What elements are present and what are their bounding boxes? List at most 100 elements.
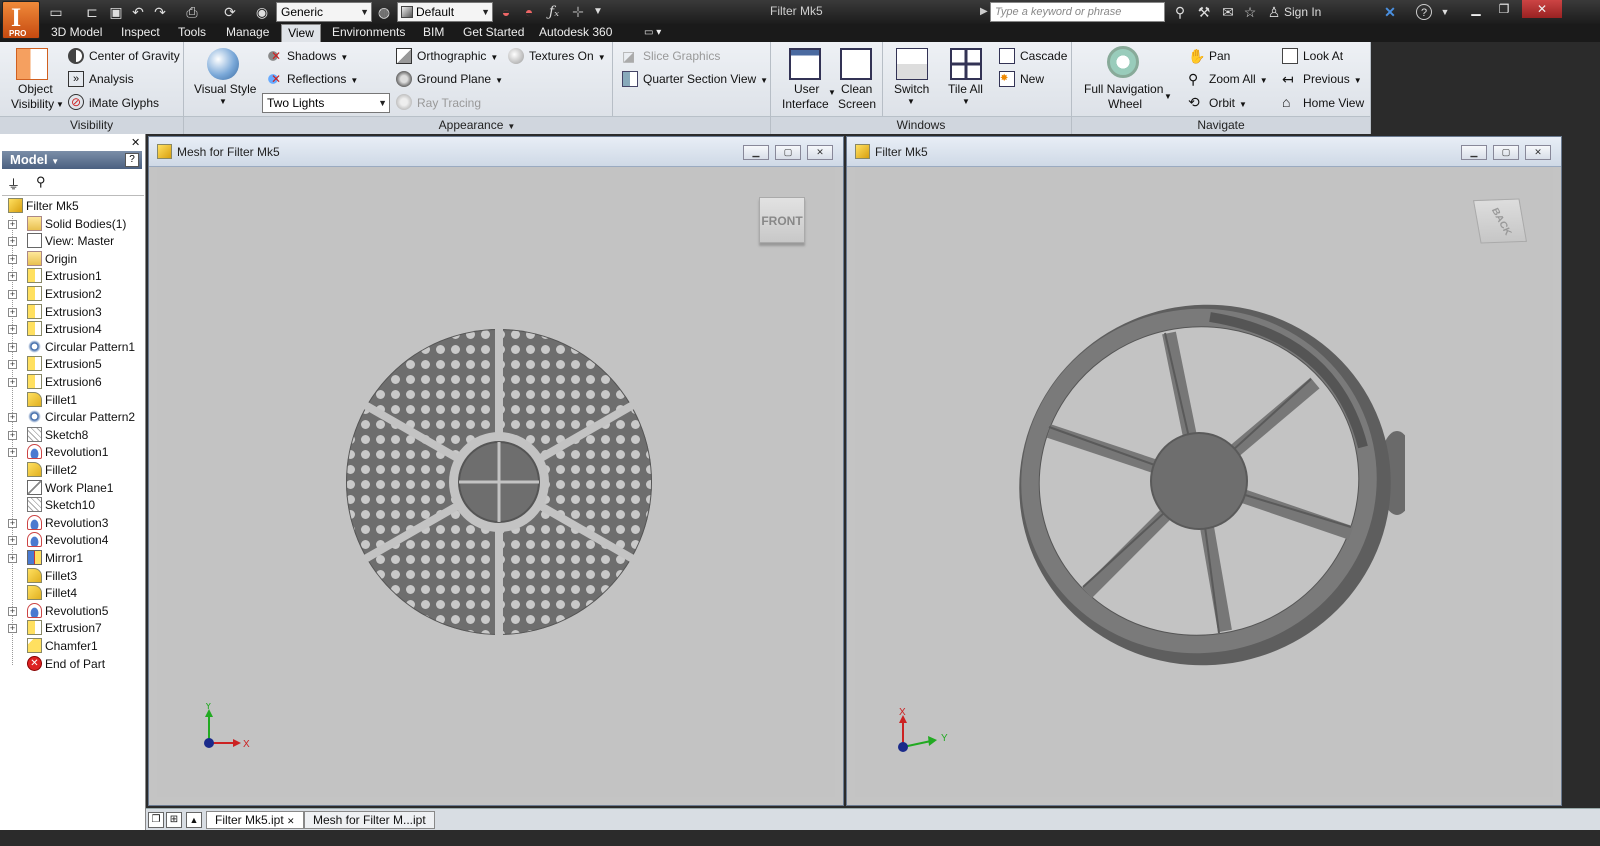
tab-autodesk-360[interactable]: Autodesk 360 xyxy=(535,24,616,42)
shadows-button[interactable]: Shadows ▼ xyxy=(287,49,348,63)
full-navigation-wheel-label-2[interactable]: Wheel xyxy=(1108,97,1142,111)
tile-tabs-icon[interactable]: ⊞ xyxy=(166,812,182,828)
material-icon[interactable]: ◉ xyxy=(254,4,270,20)
home-view-button[interactable]: Home View xyxy=(1303,96,1364,110)
graphics-canvas[interactable]: BACK X Y xyxy=(855,167,1553,797)
expand-icon[interactable]: + xyxy=(8,342,17,352)
close-browser-icon[interactable]: ✕ xyxy=(131,136,140,149)
viewcube-front[interactable]: FRONT xyxy=(759,197,805,243)
tab-view[interactable]: View xyxy=(281,24,321,42)
appearance-combo[interactable]: Generic ▼ xyxy=(276,2,372,22)
imate-glyphs-button[interactable]: iMate Glyphs xyxy=(89,96,159,110)
tab-tools[interactable]: Tools xyxy=(174,24,210,42)
close-window-button[interactable]: ✕ xyxy=(1522,0,1562,18)
tile-all-dropdown-icon[interactable]: ▼ xyxy=(962,97,970,106)
restore-window-button[interactable]: ❐ xyxy=(1490,0,1518,18)
clear-appearance-icon[interactable]: ◓ xyxy=(521,4,537,20)
analysis-button[interactable]: Analysis xyxy=(89,72,134,86)
expand-icon[interactable]: + xyxy=(8,554,17,563)
customize-qat-icon[interactable]: ▼ xyxy=(590,4,606,20)
communication-icon[interactable]: ✉ xyxy=(1220,4,1236,20)
tab-menu-icon[interactable]: ▲ xyxy=(186,812,202,828)
tab-get-started[interactable]: Get Started xyxy=(459,24,528,42)
clean-screen-label-2[interactable]: Screen xyxy=(838,97,876,111)
expand-icon[interactable]: + xyxy=(8,360,17,370)
cascade-tabs-icon[interactable]: ❐ xyxy=(148,812,164,828)
expand-icon[interactable]: + xyxy=(8,624,17,634)
help-dropdown-icon[interactable]: ▼ xyxy=(1437,4,1453,20)
tab-manage[interactable]: Manage xyxy=(222,24,273,42)
close-tab-icon[interactable]: ✕ xyxy=(287,816,295,826)
object-visibility-dropdown-icon[interactable]: ▼ xyxy=(56,100,64,109)
viewport-close-button[interactable]: ✕ xyxy=(807,145,833,160)
expand-icon[interactable]: + xyxy=(8,272,17,282)
expand-icon[interactable]: + xyxy=(8,307,17,317)
help-icon[interactable]: ? xyxy=(1416,4,1432,20)
expand-icon[interactable]: + xyxy=(8,413,17,423)
previous-view-button[interactable]: Previous ▼ xyxy=(1303,72,1362,86)
clean-screen-label-1[interactable]: Clean xyxy=(841,82,872,96)
expand-icon[interactable]: + xyxy=(8,448,17,458)
adjust-icon[interactable]: ◒ xyxy=(498,4,514,20)
user-interface-label-1[interactable]: User xyxy=(794,82,819,96)
cascade-button[interactable]: Cascade xyxy=(1020,49,1067,63)
expand-icon[interactable]: + xyxy=(8,219,17,229)
tile-all-button[interactable]: Tile All xyxy=(948,82,983,96)
doc-tab-filter-mk5[interactable]: Filter Mk5.ipt ✕ xyxy=(206,811,304,829)
redo-icon[interactable]: ↷ xyxy=(152,4,168,20)
expand-icon[interactable]: + xyxy=(8,378,17,387)
look-at-button[interactable]: Look At xyxy=(1303,49,1343,63)
ribbon-minimize-icon[interactable]: ▭ ▾ xyxy=(640,24,665,42)
sign-in-link[interactable]: Sign In xyxy=(1284,5,1321,19)
viewport-titlebar[interactable]: Mesh for Filter Mk5 ▁ ▢ ✕ xyxy=(149,137,843,167)
new-file-icon[interactable]: ▭ xyxy=(48,4,64,20)
viewport-minimize-button[interactable]: ▁ xyxy=(1461,145,1487,160)
appearance-panel-label[interactable]: Appearance ▼ xyxy=(184,116,770,134)
viewcube-back[interactable]: BACK xyxy=(1472,198,1528,244)
undo-icon[interactable]: ↶ xyxy=(130,4,146,20)
expand-search-icon[interactable]: ▶ xyxy=(980,6,988,17)
viewport-maximize-button[interactable]: ▢ xyxy=(775,145,801,160)
expand-icon[interactable]: + xyxy=(8,536,17,546)
viewport-titlebar[interactable]: Filter Mk5 ▁ ▢ ✕ xyxy=(847,137,1561,167)
expand-icon[interactable]: + xyxy=(8,518,17,528)
print-icon[interactable]: ⎙ xyxy=(184,4,200,20)
visual-style-button[interactable]: Visual Style xyxy=(194,82,256,96)
exchange-apps-icon[interactable]: ✕ xyxy=(1382,4,1398,20)
navigation-wheel-dropdown-icon[interactable]: ▼ xyxy=(1164,92,1172,101)
textures-on-button[interactable]: Textures On ▼ xyxy=(529,49,606,63)
open-file-icon[interactable]: ⊏ xyxy=(84,4,100,20)
graphics-canvas[interactable]: FRONT Y X xyxy=(157,167,835,797)
material-combo[interactable]: Default ▼ xyxy=(397,2,493,22)
browser-help-icon[interactable]: ? xyxy=(125,153,139,167)
expand-icon[interactable]: + xyxy=(8,290,17,299)
expand-icon[interactable]: + xyxy=(8,325,17,335)
application-menu-button[interactable]: I PRO xyxy=(2,1,40,39)
viewport-minimize-button[interactable]: ▁ xyxy=(743,145,769,160)
doc-tab-mesh[interactable]: Mesh for Filter M...ipt xyxy=(304,811,435,829)
expand-icon[interactable]: + xyxy=(8,606,17,616)
user-icon[interactable]: ♙ xyxy=(1266,4,1282,20)
expand-icon[interactable]: + xyxy=(8,237,17,247)
expand-icon[interactable]: + xyxy=(8,254,17,264)
full-navigation-wheel-label-1[interactable]: Full Navigation xyxy=(1084,82,1163,96)
viewport-maximize-button[interactable]: ▢ xyxy=(1493,145,1519,160)
ray-tracing-button[interactable]: Ray Tracing xyxy=(417,96,481,110)
expand-icon[interactable]: + xyxy=(8,430,17,440)
quarter-section-view-button[interactable]: Quarter Section View ▼ xyxy=(643,72,768,86)
color-wheel-icon[interactable]: ◍ xyxy=(376,4,392,20)
center-of-gravity-button[interactable]: Center of Gravity xyxy=(89,49,180,63)
save-icon[interactable]: ▣ xyxy=(108,4,124,20)
measure-icon[interactable]: ✛ xyxy=(570,4,586,20)
user-interface-dropdown-icon[interactable]: ▼ xyxy=(828,88,836,97)
user-interface-label-2[interactable]: Interface xyxy=(782,97,829,111)
binoculars-icon[interactable]: ⚲ xyxy=(1172,4,1188,20)
tab-3d-model[interactable]: 3D Model xyxy=(47,24,106,42)
update-icon[interactable]: ⟳ xyxy=(222,4,238,20)
tab-bim[interactable]: BIM xyxy=(419,24,448,42)
help-search-input[interactable]: Type a keyword or phrase xyxy=(990,2,1165,22)
object-visibility-label-1[interactable]: Object xyxy=(18,82,53,96)
zoom-all-button[interactable]: Zoom All ▼ xyxy=(1209,72,1268,86)
fx-parameters-icon[interactable]: ƒₓ xyxy=(546,4,562,20)
ground-plane-button[interactable]: Ground Plane ▼ xyxy=(417,72,503,86)
